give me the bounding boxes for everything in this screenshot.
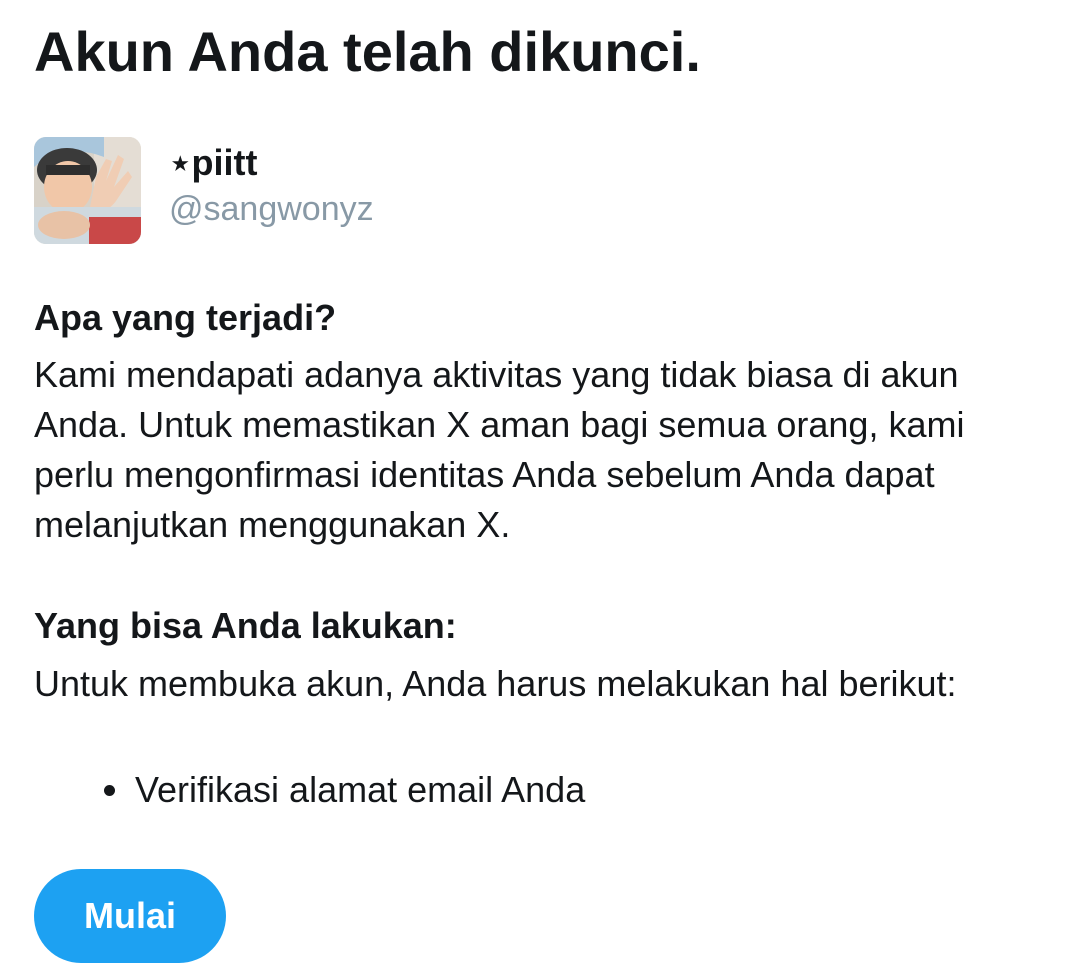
what-happened-text: Kami mendapati adanya aktivitas yang tid… <box>34 354 965 545</box>
list-item: Verifikasi alamat email Anda <box>34 763 585 817</box>
page-title: Akun Anda telah dikunci. <box>34 20 701 83</box>
what-you-can-do-heading: Yang bisa Anda lakukan: <box>34 605 457 646</box>
what-you-can-do-text: Untuk membuka akun, Anda harus melakukan… <box>34 663 957 704</box>
start-button[interactable]: Mulai <box>34 869 226 963</box>
account-profile: ⋆piitt @sangwonyz <box>34 137 734 247</box>
step-label: Verifikasi alamat email Anda <box>135 769 586 810</box>
bullet-icon <box>104 785 115 796</box>
display-name: ⋆piitt <box>169 142 258 183</box>
what-happened-heading: Apa yang terjadi? <box>34 297 337 338</box>
username-handle: @sangwonyz <box>169 190 374 228</box>
steps-list: Verifikasi alamat email Anda <box>34 763 585 817</box>
avatar <box>34 137 141 244</box>
